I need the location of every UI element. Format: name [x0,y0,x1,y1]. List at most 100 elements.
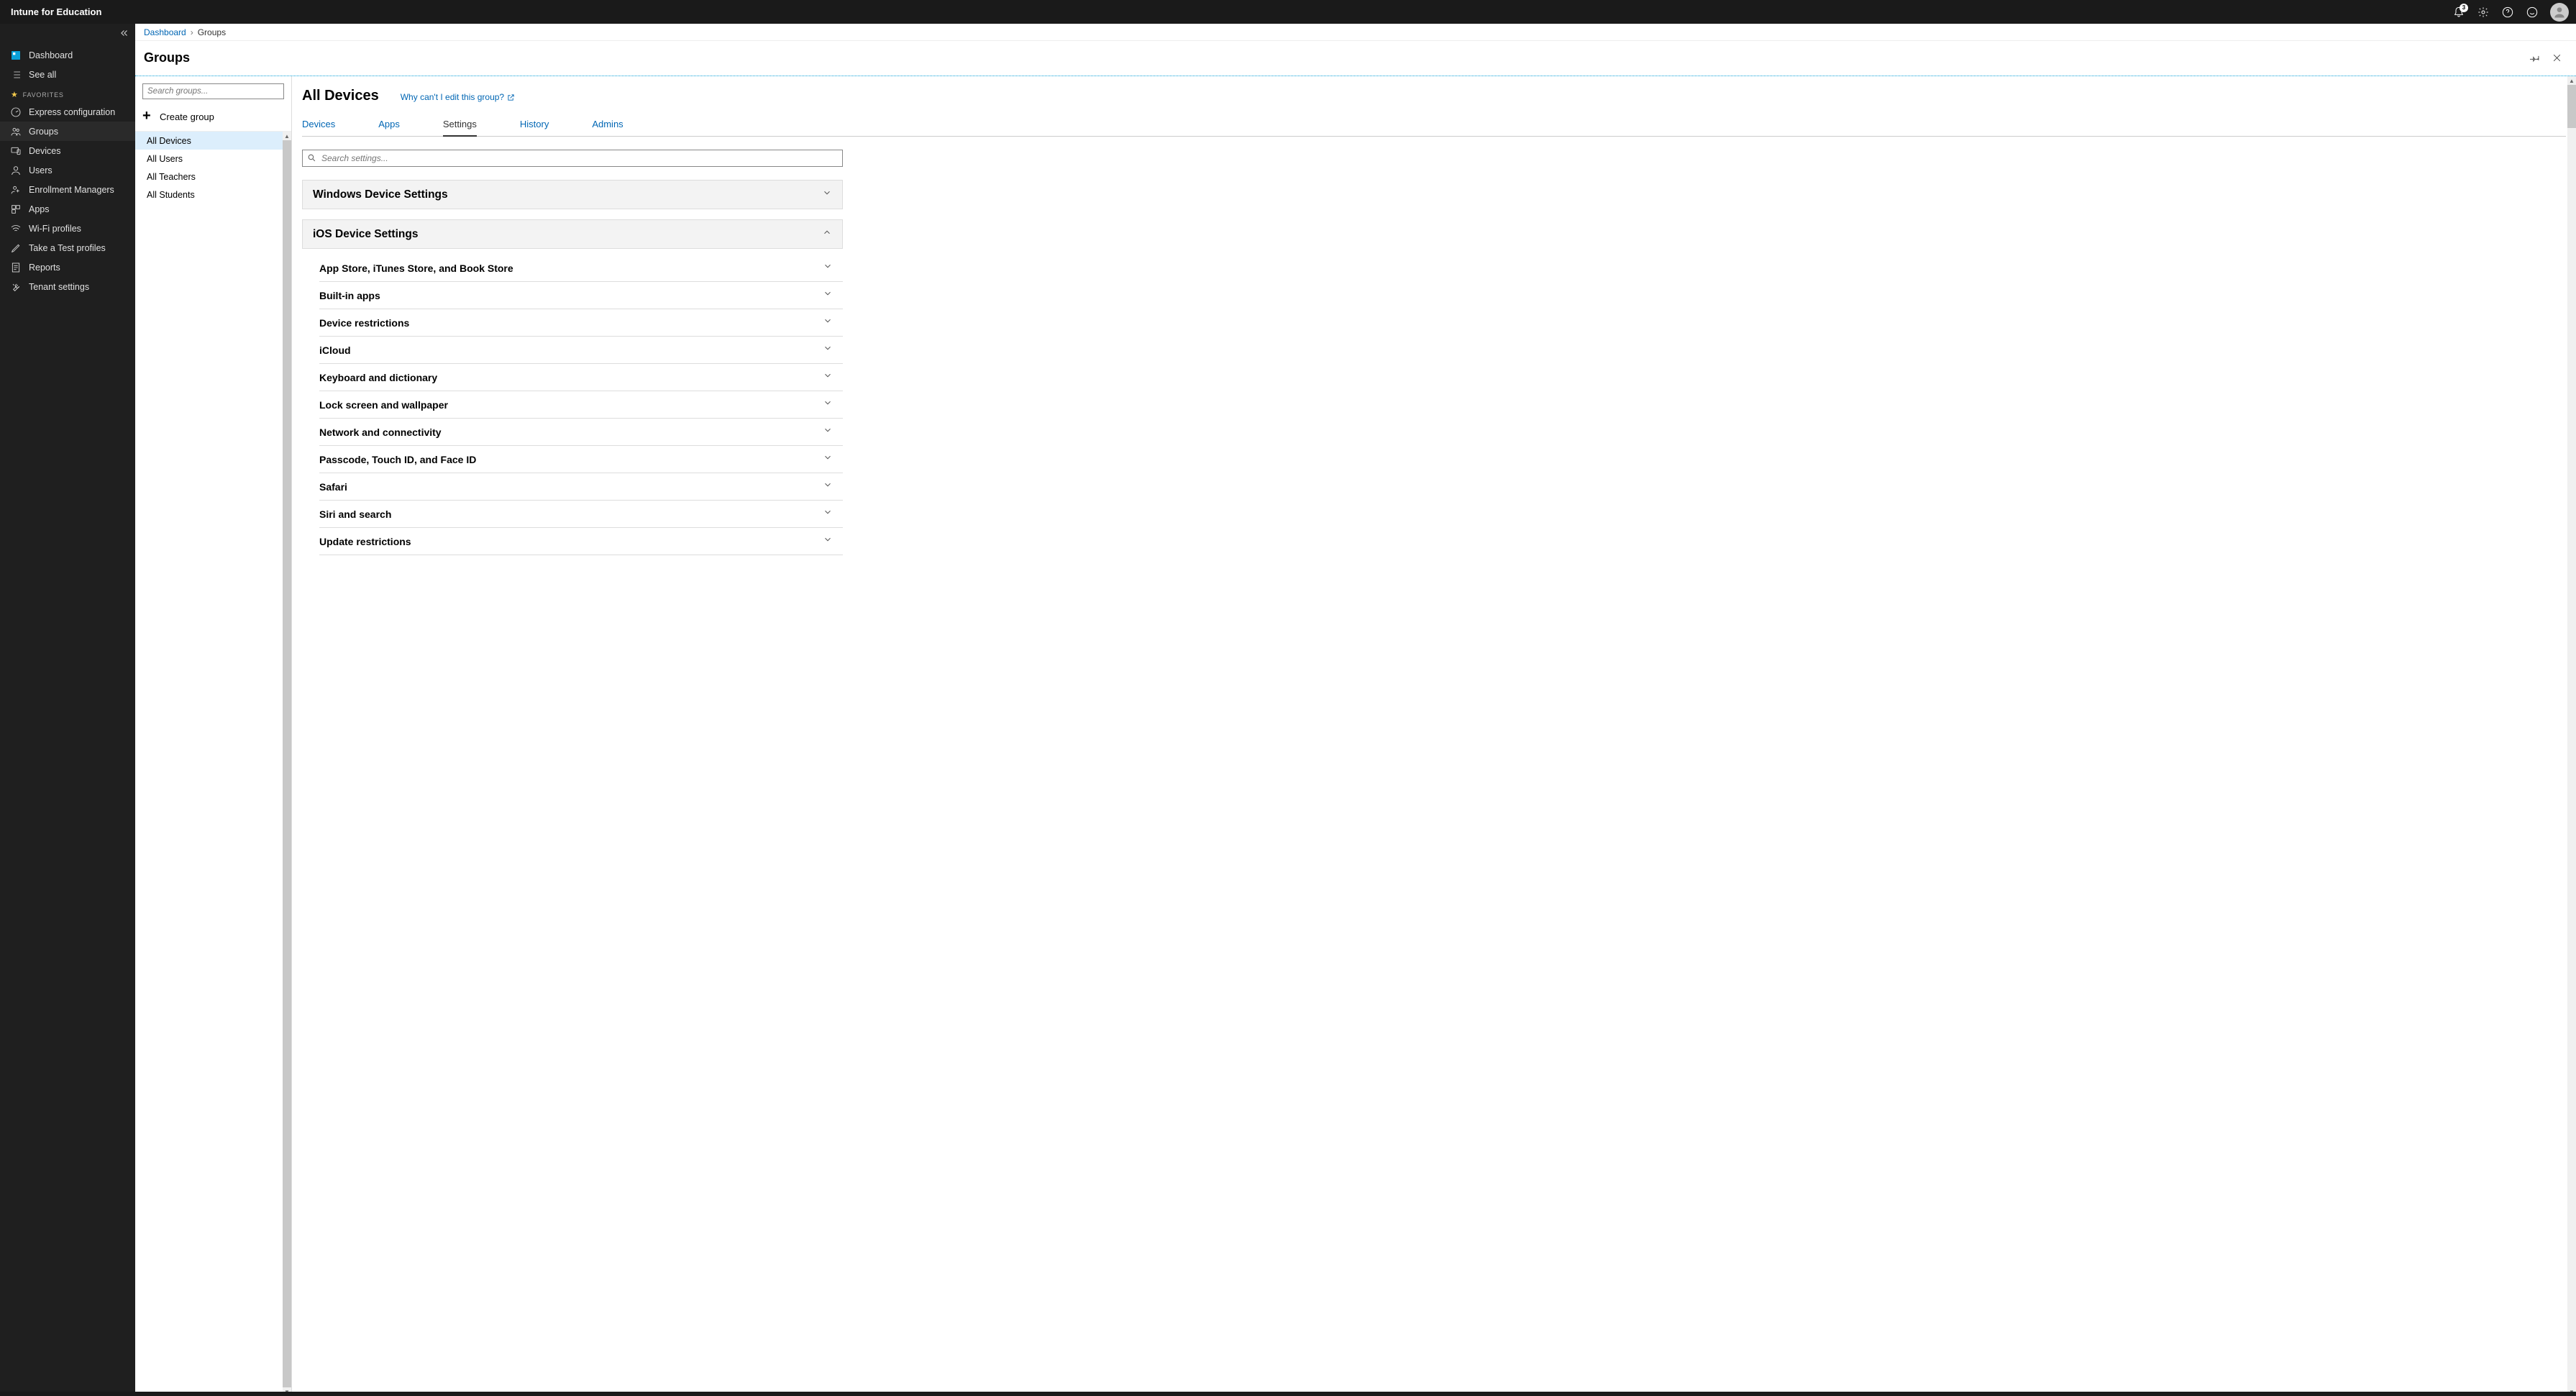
plus-icon: + [142,111,154,122]
group-item[interactable]: All Students [135,186,291,204]
help-button[interactable] [2495,0,2520,24]
tab-admins[interactable]: Admins [592,113,623,136]
nav-label: Reports [29,263,60,273]
nav-label: Express configuration [29,107,115,117]
scroll-up-icon[interactable]: ▲ [283,132,291,140]
create-group-button[interactable]: + Create group [142,111,284,122]
feedback-button[interactable] [2520,0,2544,24]
nav-reports[interactable]: Reports [0,257,135,277]
nav-label: Take a Test profiles [29,243,106,253]
enrollment-icon [10,184,22,196]
breadcrumb-root[interactable]: Dashboard [144,27,186,37]
tab-history[interactable]: History [520,113,549,136]
notifications-button[interactable]: 3 [2447,0,2471,24]
group-list: All Devices All Users All Teachers All S… [135,131,291,1396]
subsection-row[interactable]: Update restrictions [319,528,843,555]
subsection-row[interactable]: Safari [319,473,843,501]
settings-search-input[interactable] [302,150,843,167]
group-item[interactable]: All Teachers [135,168,291,186]
ios-subsections: App Store, iTunes Store, and Book Store … [319,255,843,555]
tab-devices[interactable]: Devices [302,113,335,136]
taskbar [0,1392,2576,1396]
gauge-icon [10,106,22,118]
page-title: Groups [144,50,190,65]
subsection-row[interactable]: iCloud [319,337,843,364]
group-search [142,83,284,99]
external-link-icon [507,93,515,101]
help-link[interactable]: Why can't I edit this group? [401,92,515,102]
subsection-row[interactable]: Device restrictions [319,309,843,337]
star-icon: ★ [11,90,19,99]
nav-groups[interactable]: Groups [0,122,135,141]
chevron-down-icon [823,534,833,548]
settings-area: Windows Device Settings iOS Device Setti… [292,140,853,577]
main-content: Dashboard › Groups Groups + Create [135,24,2576,1396]
settings-button[interactable] [2471,0,2495,24]
subsection-row[interactable]: Network and connectivity [319,419,843,446]
nav-enrollment-managers[interactable]: Enrollment Managers [0,180,135,199]
nav-label: Devices [29,146,60,156]
nav-tenant-settings[interactable]: Tenant settings [0,277,135,296]
chevron-down-icon [823,288,833,302]
subsection-row[interactable]: Keyboard and dictionary [319,364,843,391]
subsection-row[interactable]: Passcode, Touch ID, and Face ID [319,446,843,473]
subsection-row[interactable]: Lock screen and wallpaper [319,391,843,419]
nav-label: Tenant settings [29,282,89,292]
page-header: Groups [135,41,2576,76]
nav-label: See all [29,70,56,80]
nav-express-config[interactable]: Express configuration [0,102,135,122]
tab-apps[interactable]: Apps [378,113,400,136]
scroll-up-icon[interactable]: ▲ [2567,76,2576,85]
group-item[interactable]: All Users [135,150,291,168]
subsection-row[interactable]: Built-in apps [319,282,843,309]
app-title: Intune for Education [11,6,101,17]
wifi-icon [10,223,22,234]
nav-label: Groups [29,127,58,137]
nav-label: Apps [29,204,50,214]
chevron-down-icon [823,452,833,466]
scroll-thumb[interactable] [2567,85,2576,128]
groups-pane: + Create group All Devices All Users All… [135,76,292,1396]
nav-label: Wi-Fi profiles [29,224,81,234]
nav-label: Dashboard [29,50,73,60]
user-avatar[interactable] [2550,3,2569,22]
detail-tabs: Devices Apps Settings History Admins [302,113,2566,137]
left-nav: Dashboard See all ★ FAVORITES Express co… [0,24,135,1396]
group-search-input[interactable] [142,83,284,99]
group-item[interactable]: All Devices [135,132,291,150]
chevron-down-icon [823,370,833,384]
nav-users[interactable]: Users [0,160,135,180]
breadcrumb-current: Groups [198,27,226,37]
subsection-row[interactable]: App Store, iTunes Store, and Book Store [319,255,843,282]
devices-icon [10,145,22,157]
nav-dashboard[interactable]: Dashboard [0,45,135,65]
apps-icon [10,204,22,215]
nav-label: Users [29,165,52,175]
dashboard-icon [10,50,22,61]
tab-settings[interactable]: Settings [443,113,477,137]
section-title: iOS Device Settings [313,228,418,241]
close-button[interactable] [2546,47,2567,68]
nav-see-all[interactable]: See all [0,65,135,84]
nav-wifi[interactable]: Wi-Fi profiles [0,219,135,238]
nav-apps[interactable]: Apps [0,199,135,219]
scroll-thumb[interactable] [283,140,291,1387]
nav-take-test[interactable]: Take a Test profiles [0,238,135,257]
app-topbar: Intune for Education 3 [0,0,2576,24]
section-ios-settings[interactable]: iOS Device Settings [302,219,843,249]
chevron-down-icon [823,261,833,275]
chevron-down-icon [823,398,833,411]
subsection-row[interactable]: Siri and search [319,501,843,528]
section-windows-settings[interactable]: Windows Device Settings [302,180,843,209]
pin-button[interactable] [2524,47,2546,68]
notification-badge: 3 [2459,4,2468,12]
user-icon [10,165,22,176]
groups-icon [10,126,22,137]
nav-devices[interactable]: Devices [0,141,135,160]
chevron-down-icon [823,425,833,439]
detail-title: All Devices [302,88,379,104]
groups-scrollbar[interactable]: ▲ ▼ [283,132,291,1396]
detail-scrollbar[interactable]: ▲ ▼ [2567,76,2576,1396]
collapse-nav-button[interactable] [119,28,129,42]
chevron-down-icon [823,480,833,493]
